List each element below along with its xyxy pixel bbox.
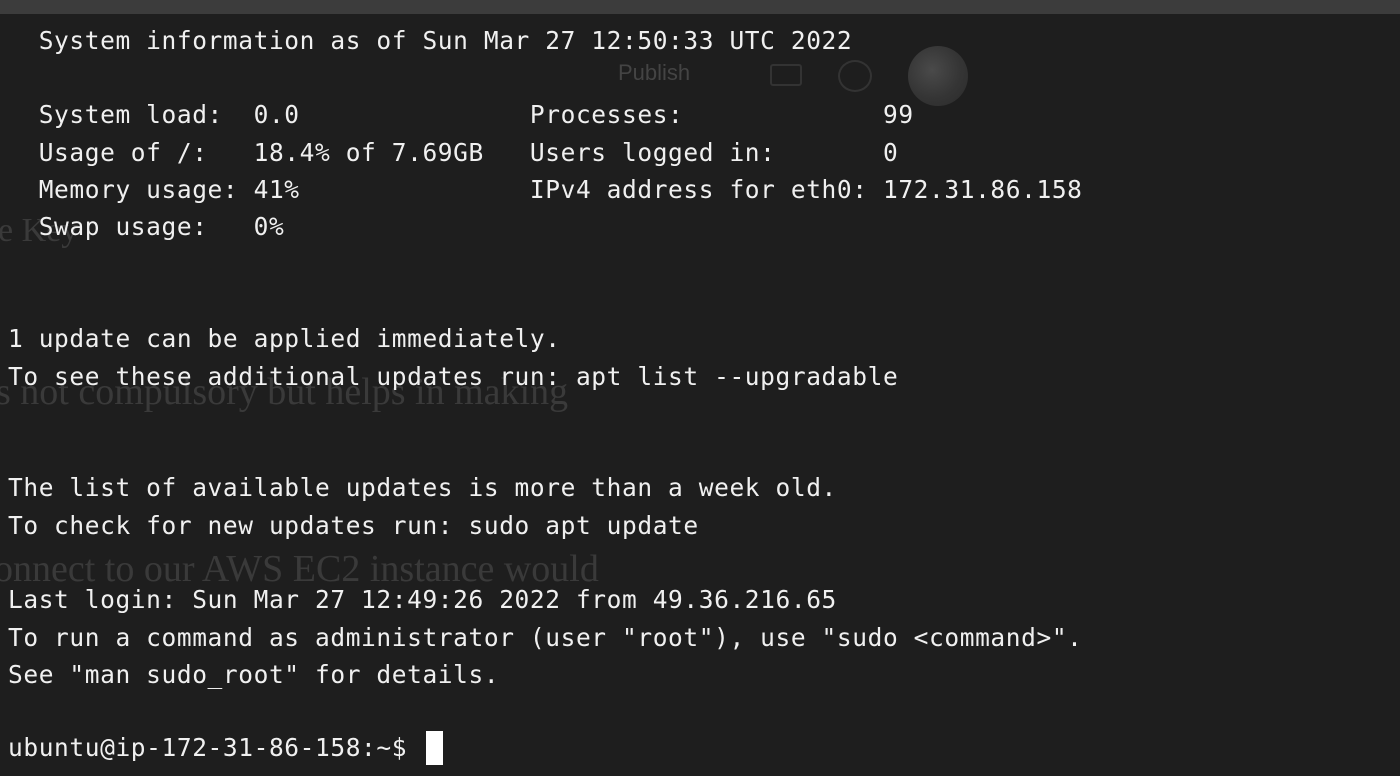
update-count-line: 1 update can be applied immediately. (8, 324, 561, 353)
shell-prompt: ubuntu@ip-172-31-86-158:~$ (8, 733, 423, 762)
sudo-details-line: See "man sudo_root" for details. (8, 660, 500, 689)
system-info-header: System information as of Sun Mar 27 12:5… (8, 26, 853, 55)
swap-usage-line: Swap usage: 0% (8, 212, 285, 241)
system-load-line: System load: 0.0 Processes: 99 (8, 100, 914, 129)
terminal-window: Publish e Key s not compulsory but helps… (0, 0, 1400, 776)
stale-updates-line: The list of available updates is more th… (8, 473, 837, 502)
check-updates-line: To check for new updates run: sudo apt u… (8, 511, 699, 540)
disk-usage-line: Usage of /: 18.4% of 7.69GB Users logged… (8, 138, 899, 167)
sudo-hint-line: To run a command as administrator (user … (8, 623, 1083, 652)
memory-usage-line: Memory usage: 41% IPv4 address for eth0:… (8, 175, 1083, 204)
update-hint-line: To see these additional updates run: apt… (8, 362, 899, 391)
terminal-output[interactable]: System information as of Sun Mar 27 12:5… (0, 0, 1400, 776)
last-login-line: Last login: Sun Mar 27 12:49:26 2022 fro… (8, 585, 837, 614)
block-cursor-icon[interactable] (426, 731, 444, 765)
command-prompt-row[interactable]: ubuntu@ip-172-31-86-158:~$ (8, 731, 444, 765)
